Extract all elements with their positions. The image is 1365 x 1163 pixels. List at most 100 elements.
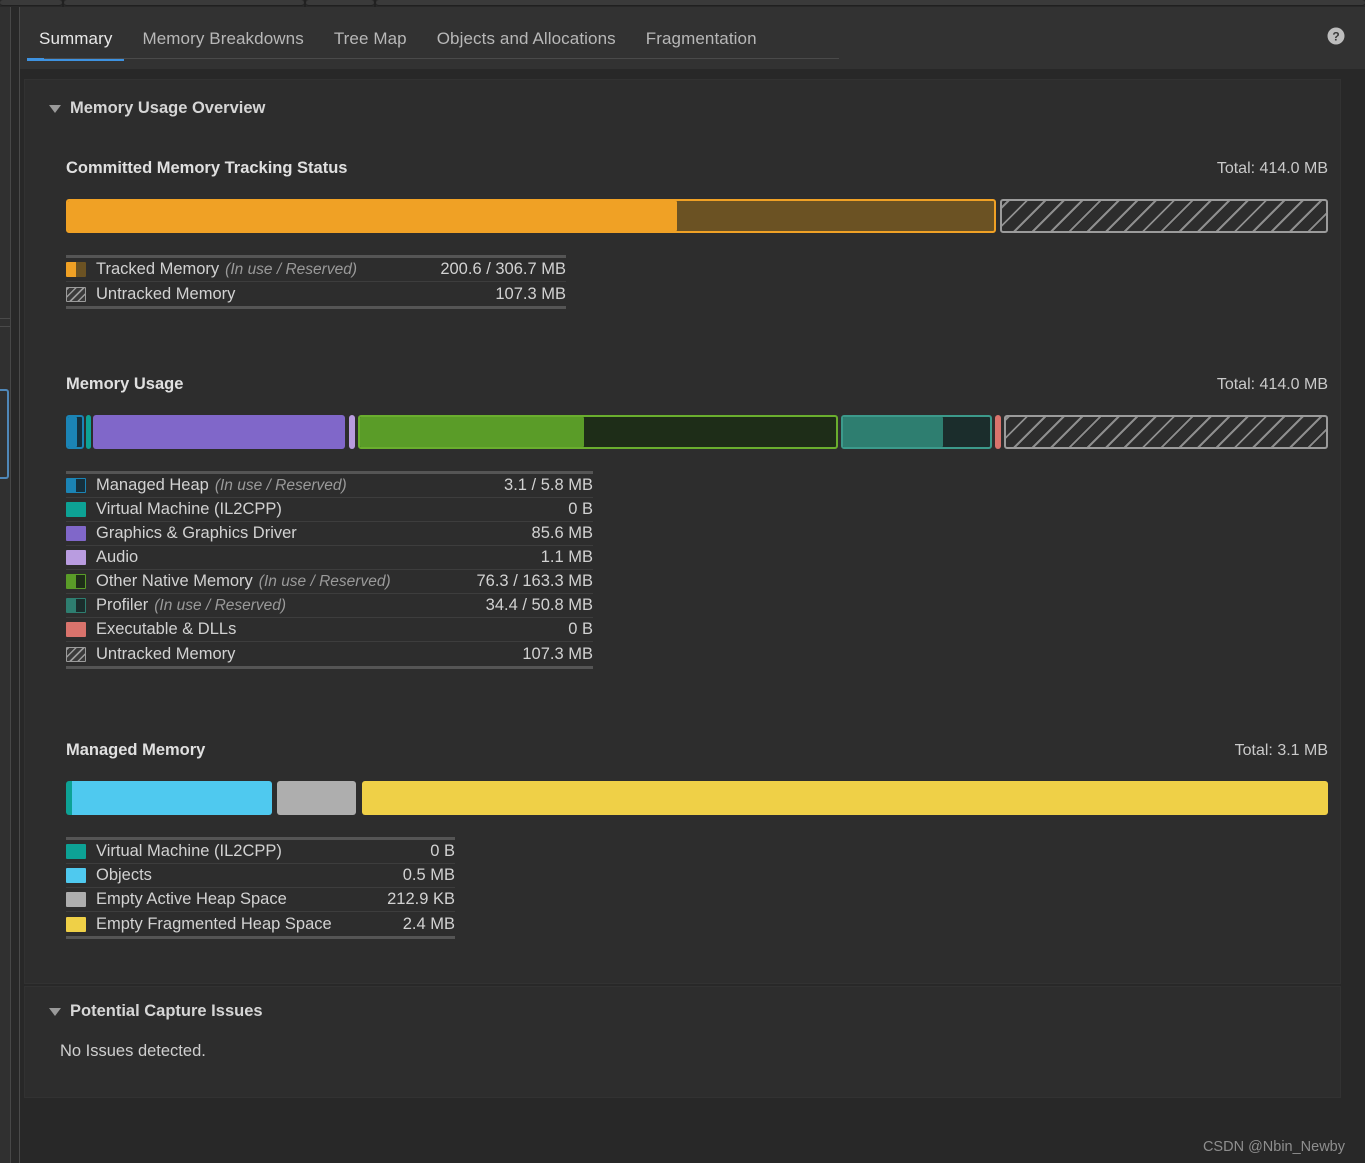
bar-segment-managed-heap[interactable]: [66, 415, 84, 449]
adjacent-panel-selection-outline: [0, 389, 9, 479]
managed-memory-total: Total: 3.1 MB: [1234, 742, 1328, 759]
legend-row-managed-heap[interactable]: Managed Heap (In use / Reserved) 3.1 / 5…: [66, 474, 593, 498]
memory-usage-bar: [66, 415, 1328, 449]
gutter-divider-2: [0, 326, 10, 327]
legend-row-empty-active-heap-space[interactable]: Empty Active Heap Space 212.9 KB: [66, 888, 455, 912]
memory-usage-section: Memory Usage Total: 414.0 MB Managed Hea…: [66, 375, 1328, 669]
legend-label-managed-virtual-machine: Virtual Machine (IL2CPP): [96, 842, 282, 860]
legend-row-empty-fragmented-heap-space[interactable]: Empty Fragmented Heap Space 2.4 MB: [66, 912, 455, 936]
bar-segment-objects[interactable]: [72, 781, 272, 815]
bar-segment-other-native-memory[interactable]: [358, 415, 838, 449]
legend-row-untracked-memory[interactable]: Untracked Memory 107.3 MB: [66, 282, 566, 306]
help-circle-icon[interactable]: ?: [1326, 26, 1346, 46]
svg-text:?: ?: [1332, 30, 1339, 44]
legend-label-objects: Objects: [96, 866, 152, 884]
legend-qualifier-tracked-memory: (In use / Reserved): [225, 260, 357, 278]
memory-usage-legend: Managed Heap (In use / Reserved) 3.1 / 5…: [66, 471, 593, 669]
bar-segment-profiler[interactable]: [841, 415, 992, 449]
legend-label-untracked-memory: Untracked Memory: [96, 284, 236, 303]
legend-qualifier-other-native-memory: (In use / Reserved): [258, 572, 391, 590]
no-issues-message: No Issues detected.: [60, 1042, 206, 1060]
legend-label-empty-active-heap-space: Empty Active Heap Space: [96, 890, 287, 908]
legend-value-objects: 0.5 MB: [402, 866, 455, 884]
legend-value-untracked-memory: 107.3 MB: [495, 284, 566, 303]
tab-tree-map-label: Tree Map: [333, 29, 407, 48]
bar-segment-profiler-inuse: [843, 417, 943, 447]
swatch-tracked-memory: [66, 262, 86, 277]
legend-row-other-native-memory[interactable]: Other Native Memory (In use / Reserved) …: [66, 570, 593, 594]
committed-memory-title: Committed Memory Tracking Status: [66, 159, 348, 177]
legend-label-graphics: Graphics & Graphics Driver: [96, 524, 297, 542]
tab-list: Summary Memory Breakdowns Tree Map Objec…: [24, 15, 772, 61]
managed-memory-legend: Virtual Machine (IL2CPP) 0 B Objects 0.5…: [66, 837, 455, 939]
tab-objects-and-allocations[interactable]: Objects and Allocations: [422, 17, 631, 61]
swatch-profiler: [66, 598, 86, 613]
bar-segment-audio[interactable]: [349, 415, 355, 449]
watermark: CSDN @Nbin_Newby: [1202, 1139, 1345, 1155]
gutter-divider-1: [0, 318, 10, 319]
bar-segment-executable-dlls[interactable]: [995, 415, 1001, 449]
memory-usage-overview-foldout[interactable]: Memory Usage Overview: [49, 99, 265, 118]
swatch-managed-heap: [66, 478, 86, 493]
tab-fragmentation[interactable]: Fragmentation: [631, 17, 772, 61]
bar-segment-empty-fragmented-heap-space[interactable]: [362, 781, 1328, 815]
memory-profiler-window: Summary Memory Breakdowns Tree Map Objec…: [0, 0, 1365, 1163]
triangle-down-icon[interactable]: [49, 1007, 61, 1016]
committed-memory-header: Committed Memory Tracking Status Total: …: [66, 159, 1328, 178]
left-gutter: [0, 7, 10, 1163]
legend-row-graphics[interactable]: Graphics & Graphics Driver 85.6 MB: [66, 522, 593, 546]
legend-value-executable-dlls: 0 B: [568, 620, 593, 638]
legend-row-virtual-machine[interactable]: Virtual Machine (IL2CPP) 0 B: [66, 498, 593, 522]
swatch-virtual-machine: [66, 502, 86, 517]
legend-row-objects[interactable]: Objects 0.5 MB: [66, 864, 455, 888]
bar-segment-empty-active-heap-space[interactable]: [277, 781, 356, 815]
bar-segment-graphics[interactable]: [93, 415, 345, 449]
managed-memory-bar: [66, 781, 1328, 815]
legend-row-untracked-memory-usage[interactable]: Untracked Memory 107.3 MB: [66, 642, 593, 666]
legend-row-managed-virtual-machine[interactable]: Virtual Machine (IL2CPP) 0 B: [66, 840, 455, 864]
legend-row-profiler[interactable]: Profiler (In use / Reserved) 34.4 / 50.8…: [66, 594, 593, 618]
potential-capture-issues-card: Potential Capture Issues: [24, 986, 1341, 1098]
tab-tree-map[interactable]: Tree Map: [319, 17, 422, 61]
managed-memory-section: Managed Memory Total: 3.1 MB Virtual Mac…: [66, 741, 1328, 939]
bar-segment-virtual-machine[interactable]: [86, 415, 91, 449]
bar-segment-untracked-memory-usage[interactable]: [1004, 415, 1328, 449]
legend-label-virtual-machine: Virtual Machine (IL2CPP): [96, 500, 282, 518]
committed-memory-legend: Tracked Memory (In use / Reserved) 200.6…: [66, 255, 566, 309]
tab-summary[interactable]: Summary: [24, 17, 127, 61]
legend-row-tracked-memory[interactable]: Tracked Memory (In use / Reserved) 200.6…: [66, 258, 566, 282]
swatch-managed-virtual-machine: [66, 844, 86, 859]
swatch-empty-active-heap-space: [66, 892, 86, 907]
legend-label-managed-heap: Managed Heap: [96, 476, 209, 494]
swatch-audio: [66, 550, 86, 565]
legend-row-executable-dlls[interactable]: Executable & DLLs 0 B: [66, 618, 593, 642]
potential-capture-issues-title: Potential Capture Issues: [70, 1002, 263, 1020]
triangle-down-icon[interactable]: [49, 104, 61, 113]
legend-value-virtual-machine: 0 B: [568, 500, 593, 518]
swatch-untracked-memory-usage: [66, 646, 86, 662]
tab-fragmentation-label: Fragmentation: [645, 29, 757, 48]
legend-row-audio[interactable]: Audio 1.1 MB: [66, 546, 593, 570]
bar-segment-other-native-memory-inuse: [360, 417, 584, 447]
tab-memory-breakdowns[interactable]: Memory Breakdowns: [127, 17, 318, 61]
swatch-untracked-memory: [66, 286, 86, 302]
legend-label-profiler: Profiler: [96, 596, 149, 614]
legend-value-graphics: 85.6 MB: [531, 524, 593, 542]
bar-segment-untracked-memory[interactable]: [1000, 199, 1328, 233]
swatch-other-native-memory: [66, 574, 86, 589]
potential-capture-issues-foldout[interactable]: Potential Capture Issues: [49, 1002, 263, 1021]
tab-bar: Summary Memory Breakdowns Tree Map Objec…: [20, 7, 1365, 69]
legend-value-profiler: 34.4 / 50.8 MB: [485, 596, 593, 614]
swatch-objects: [66, 868, 86, 883]
panel-rail-left: [10, 7, 11, 1163]
tab-summary-label: Summary: [39, 29, 113, 48]
bar-segment-tracked-memory[interactable]: [66, 199, 996, 233]
managed-memory-header: Managed Memory Total: 3.1 MB: [66, 741, 1328, 760]
managed-memory-title: Managed Memory: [66, 741, 206, 759]
legend-value-managed-heap: 3.1 / 5.8 MB: [504, 476, 593, 494]
legend-label-executable-dlls: Executable & DLLs: [96, 620, 237, 638]
legend-value-untracked-memory-usage: 107.3 MB: [522, 644, 593, 663]
legend-label-empty-fragmented-heap-space: Empty Fragmented Heap Space: [96, 914, 332, 933]
bar-segment-managed-heap-inuse: [68, 417, 77, 447]
adjacent-panel-strip: [0, 0, 1365, 7]
